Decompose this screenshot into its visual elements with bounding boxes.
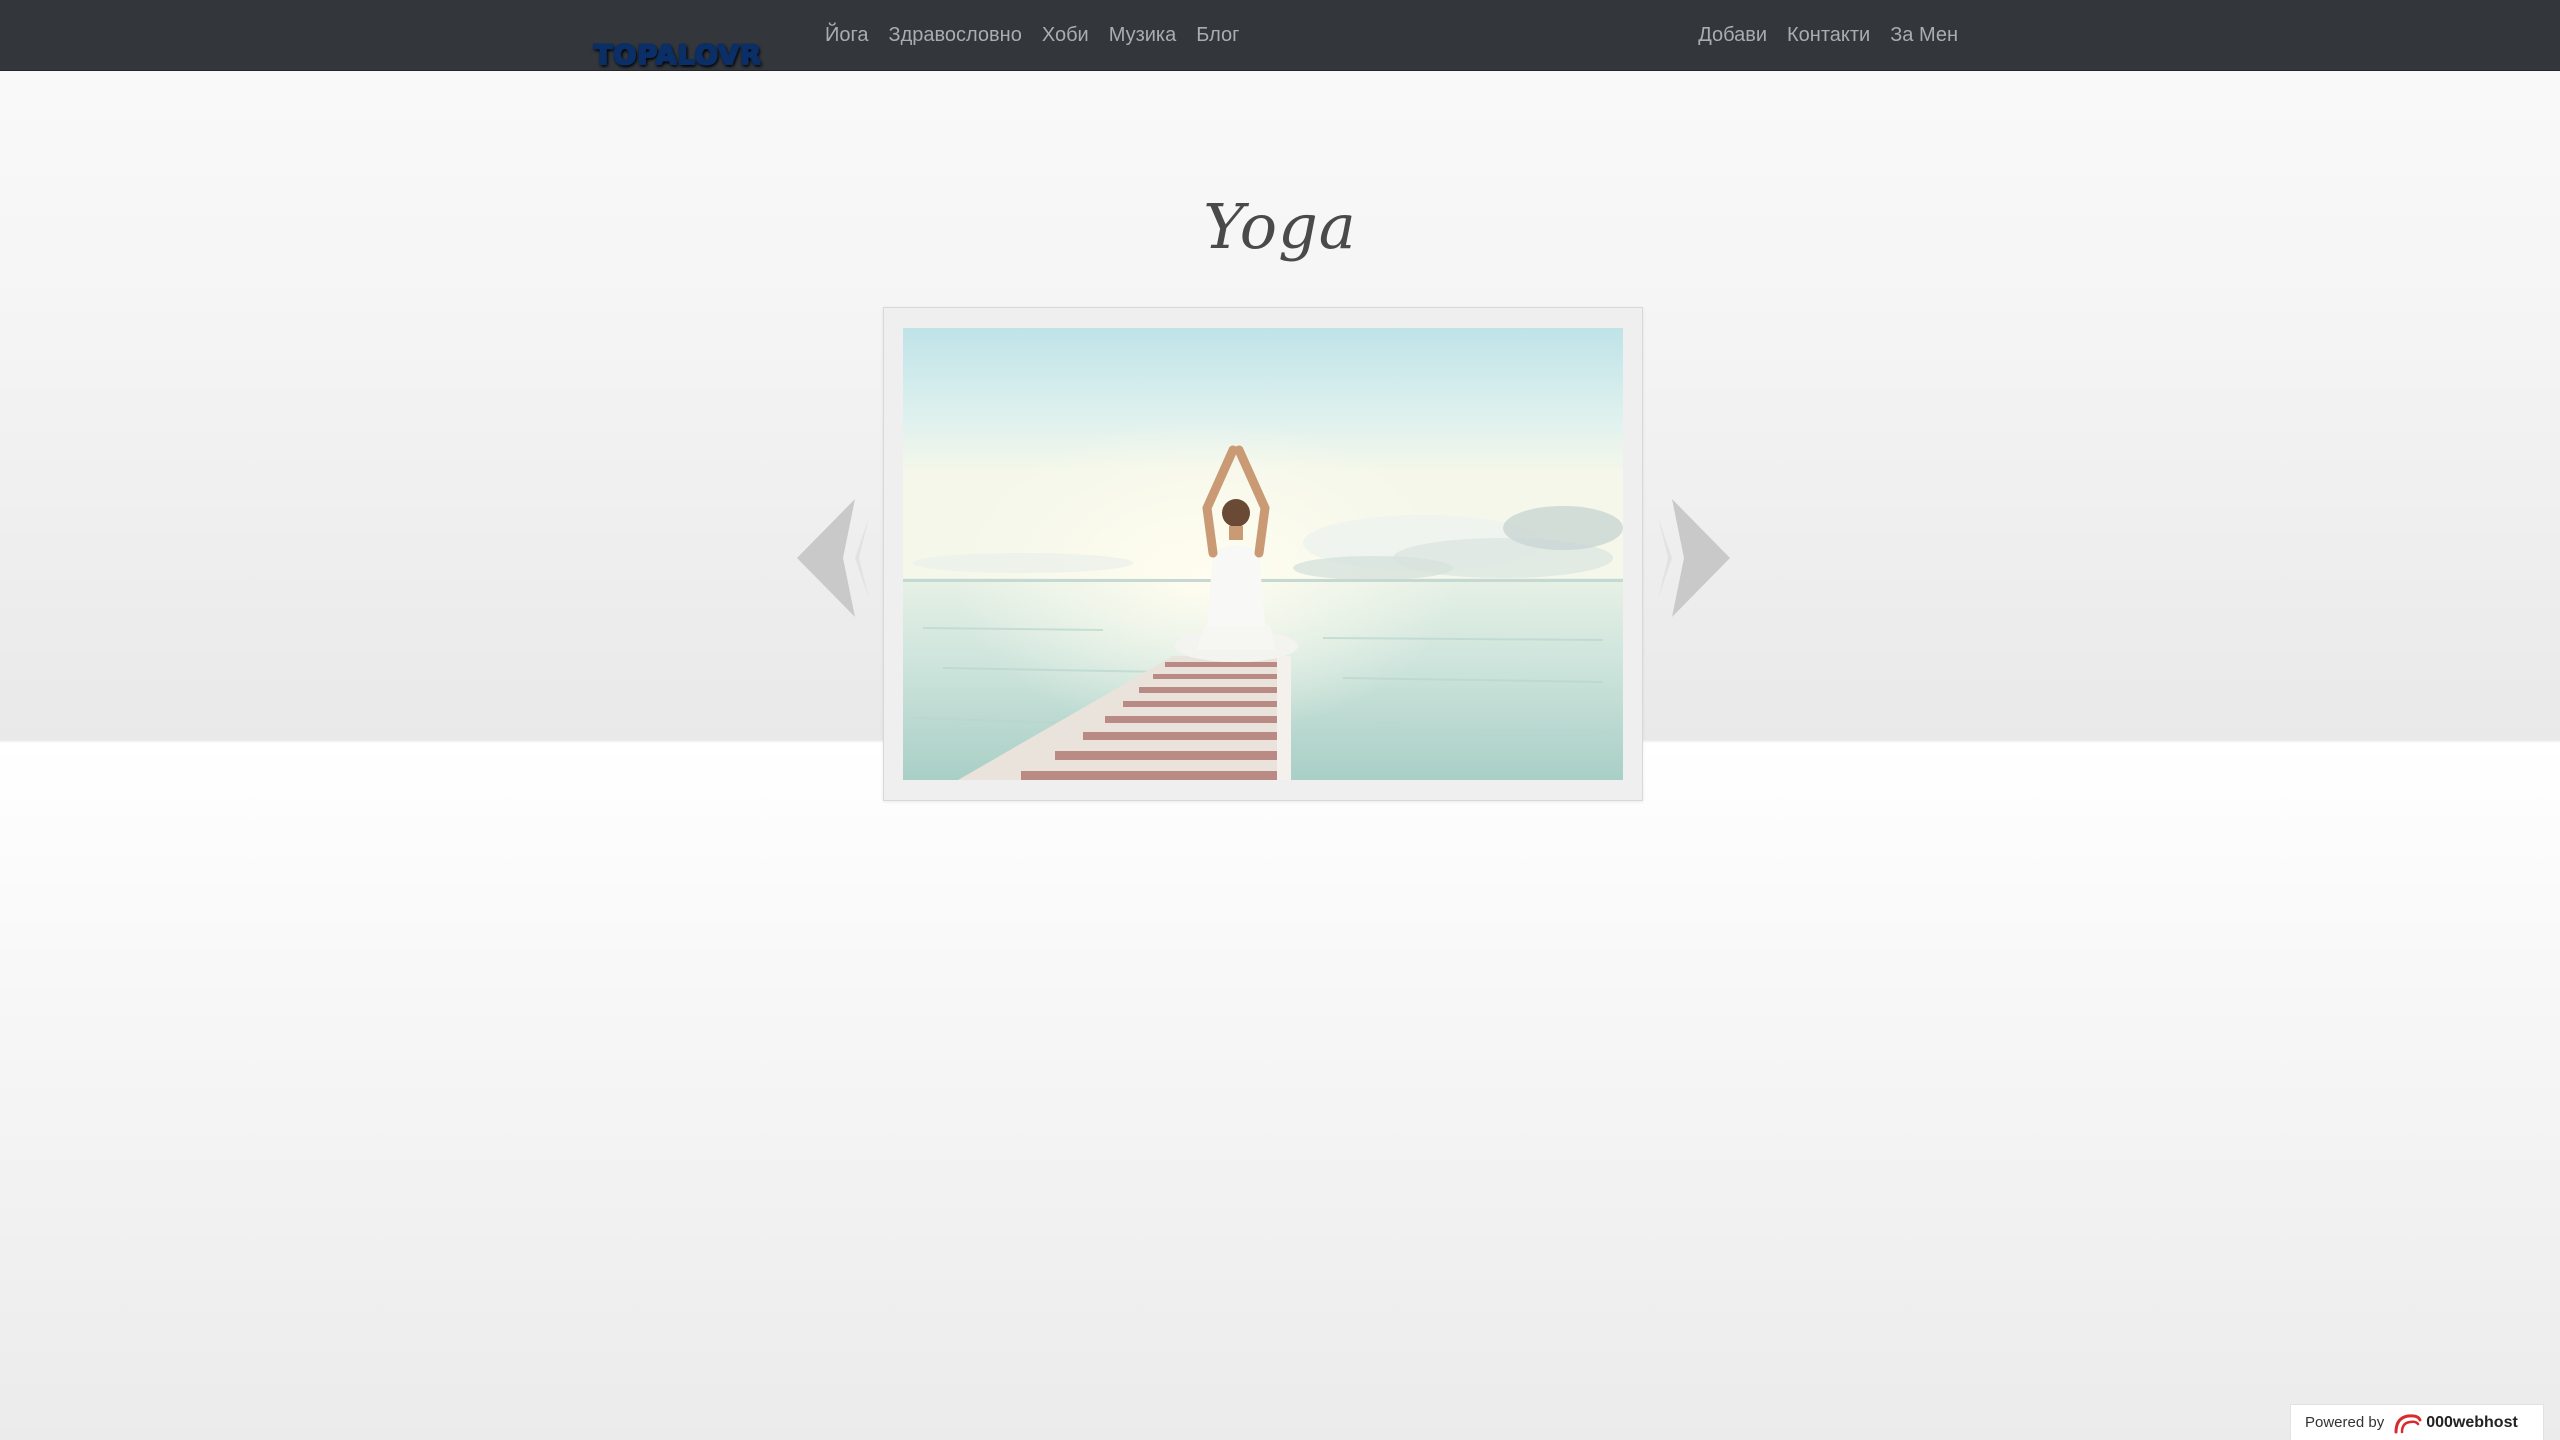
nav-item-about[interactable]: За Мен: [1880, 0, 1968, 71]
page-title: Yoga: [1203, 190, 1357, 263]
chevron-left-icon: [797, 499, 869, 617]
nav-item-blog[interactable]: Блог: [1186, 0, 1249, 71]
webhost-logo: 000webhost: [2392, 1412, 2518, 1434]
slide-image-yoga: [903, 328, 1623, 780]
webhost-swirl-icon: [2394, 1413, 2422, 1433]
secondary-nav: Добави Контакти За Мен: [1688, 0, 1968, 71]
powered-by-badge[interactable]: Powered by 000webhost: [2290, 1404, 2544, 1440]
brand-logo-text: TOPALOVR: [594, 39, 780, 73]
nav-item-healthy[interactable]: Здравословно: [878, 0, 1031, 71]
slider-next-button[interactable]: [1658, 495, 1734, 621]
yoga-photo: [903, 328, 1623, 780]
navbar-inner: TOPALOVR TOPALOVR Йога Здравословно Хоби…: [588, 0, 1968, 71]
webhost-brand-text: 000webhost: [2426, 1413, 2518, 1431]
nav-item-music[interactable]: Музика: [1099, 0, 1187, 71]
image-slider: [883, 307, 1643, 801]
nav-item-add[interactable]: Добави: [1688, 0, 1777, 71]
chevron-right-icon: [1658, 499, 1730, 617]
brand-logo[interactable]: TOPALOVR TOPALOVR: [590, 19, 780, 71]
nav-item-hobby[interactable]: Хоби: [1032, 0, 1099, 71]
nav-item-yoga[interactable]: Йога: [815, 0, 878, 71]
top-navbar: TOPALOVR TOPALOVR Йога Здравословно Хоби…: [0, 0, 2560, 71]
powered-by-label: Powered by: [2305, 1414, 2385, 1431]
main-nav: Йога Здравословно Хоби Музика Блог: [815, 0, 1249, 71]
nav-item-contacts[interactable]: Контакти: [1777, 0, 1880, 71]
slider-prev-button[interactable]: [793, 495, 869, 621]
